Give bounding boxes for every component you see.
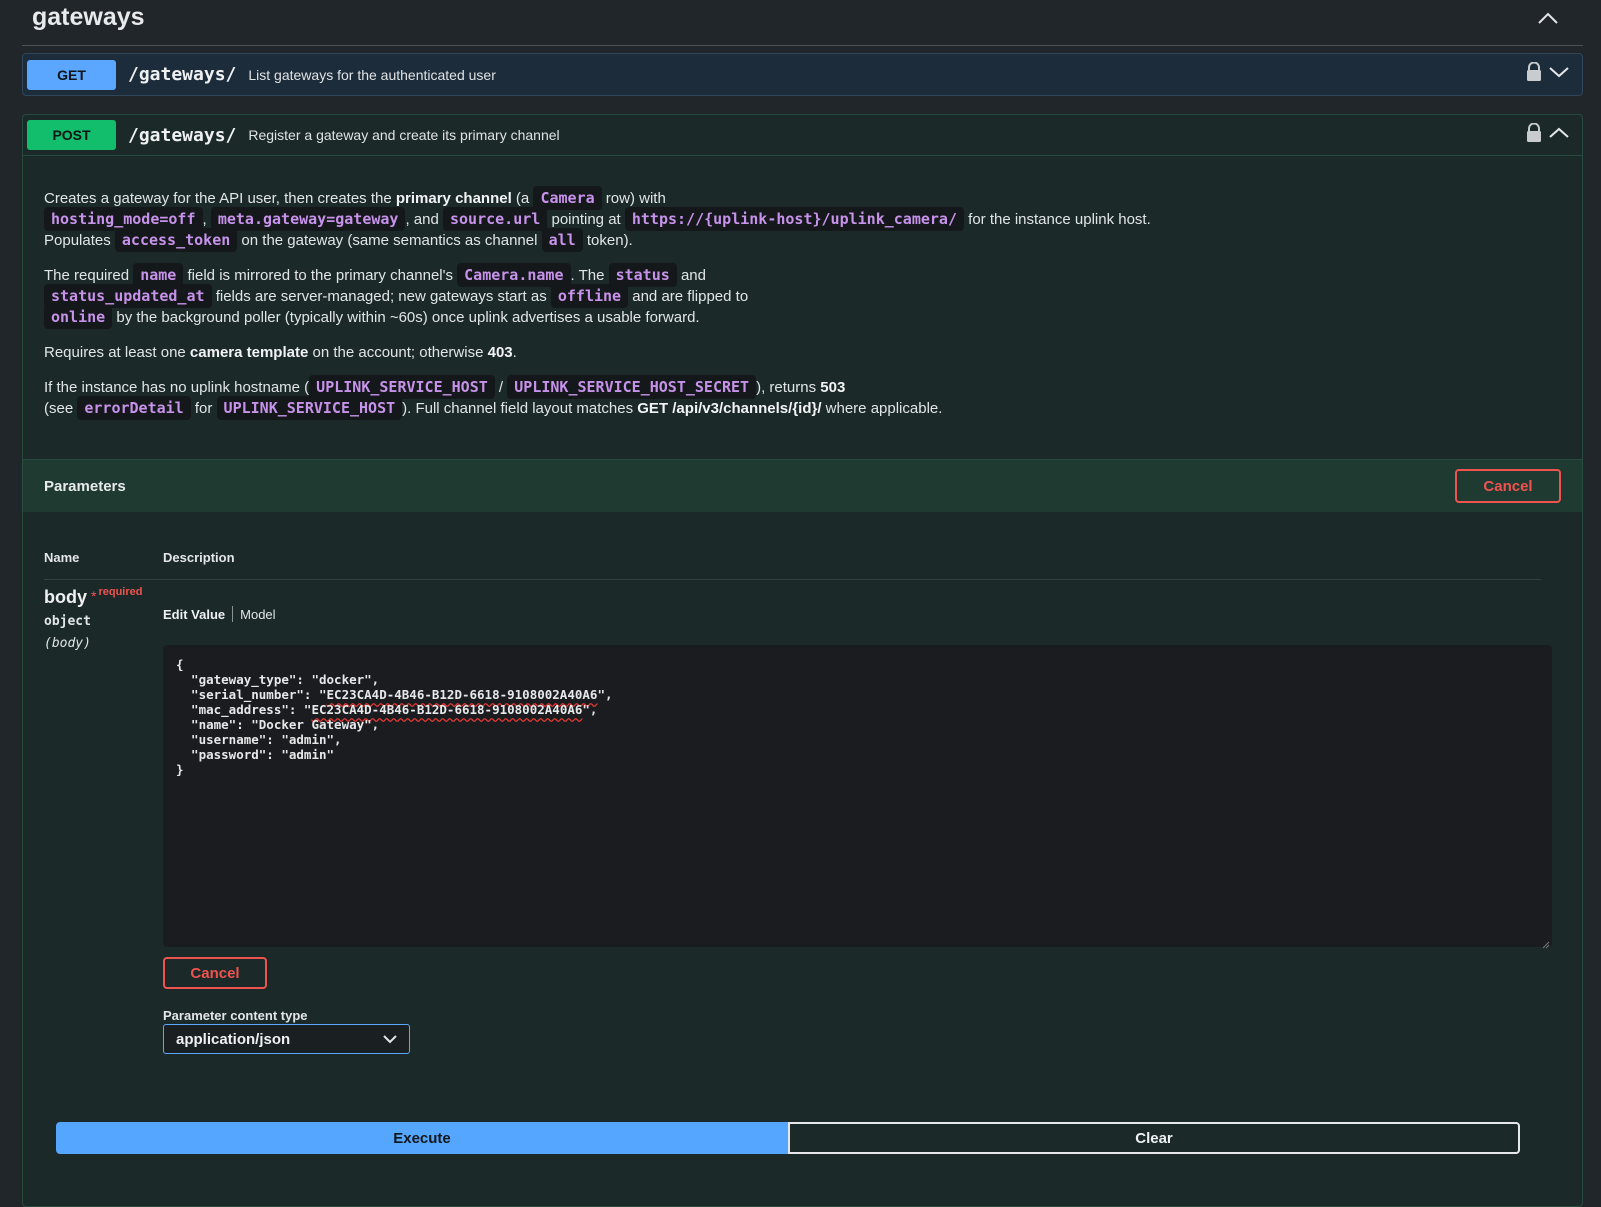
chevron-down-icon[interactable] (1548, 65, 1570, 84)
parameters-title: Parameters (44, 477, 126, 495)
operation-summary[interactable]: GET /gateways/ List gateways for the aut… (23, 54, 1582, 95)
tab-divider (232, 606, 234, 622)
tab-model[interactable]: Model (240, 607, 275, 622)
chevron-up-icon[interactable] (1548, 126, 1570, 145)
body-editor-textarea[interactable]: { "gateway_type": "docker", "serial_numb… (163, 645, 1552, 949)
execute-button[interactable]: Execute (56, 1122, 788, 1154)
method-badge-get: GET (27, 59, 116, 90)
divider (44, 579, 1541, 580)
parameters-header: Parameters Cancel (23, 459, 1582, 512)
content-type-value: application/json (176, 1030, 291, 1048)
column-header-description: Description (163, 550, 235, 565)
body-tabs: Edit Value Model (163, 606, 276, 622)
method-badge-post: POST (27, 120, 116, 150)
operation-summary[interactable]: POST /gateways/ Register a gateway and c… (23, 115, 1582, 156)
operation-description: Creates a gateway for the API user, then… (23, 156, 1582, 443)
description-paragraph: The required name field is mirrored to t… (44, 263, 1561, 329)
lock-icon[interactable] (1526, 122, 1542, 148)
operation-path: /gateways/ (128, 124, 237, 146)
clear-button[interactable]: Clear (788, 1122, 1520, 1154)
operation-post-gateways: POST /gateways/ Register a gateway and c… (22, 114, 1583, 1207)
lock-icon[interactable] (1526, 61, 1542, 87)
parameter-name: body (44, 587, 87, 607)
resize-handle-icon[interactable] (1542, 937, 1550, 949)
execute-row: Execute Clear (56, 1122, 1520, 1154)
operation-summary-text: Register a gateway and create its primar… (248, 127, 560, 143)
cancel-button[interactable]: Cancel (163, 957, 267, 989)
chevron-down-icon (383, 1031, 397, 1048)
description-paragraph: If the instance has no uplink hostname (… (44, 375, 1561, 420)
operation-path: /gateways/ (128, 64, 237, 85)
parameter-name-cell: body * required object (body) (44, 586, 143, 651)
tag-header[interactable]: gateways (22, 0, 1583, 46)
parameter-type: object (44, 614, 91, 629)
tag-title: gateways (32, 3, 145, 31)
parameter-in: (body) (44, 636, 91, 651)
content-type-select[interactable]: application/json (163, 1024, 410, 1054)
required-label: required (98, 586, 143, 598)
tab-edit-value[interactable]: Edit Value (163, 607, 225, 622)
cancel-try-out-button[interactable]: Cancel (1455, 469, 1561, 503)
content-type-label: Parameter content type (163, 1008, 308, 1023)
operation-summary-text: List gateways for the authenticated user (248, 66, 496, 83)
operation-get-gateways[interactable]: GET /gateways/ List gateways for the aut… (22, 53, 1583, 96)
required-star: * (91, 588, 97, 604)
description-paragraph: Requires at least one camera template on… (44, 344, 517, 361)
column-header-name: Name (44, 550, 80, 565)
chevron-up-icon[interactable] (1533, 3, 1563, 33)
description-paragraph: Creates a gateway for the API user, then… (44, 186, 1561, 252)
